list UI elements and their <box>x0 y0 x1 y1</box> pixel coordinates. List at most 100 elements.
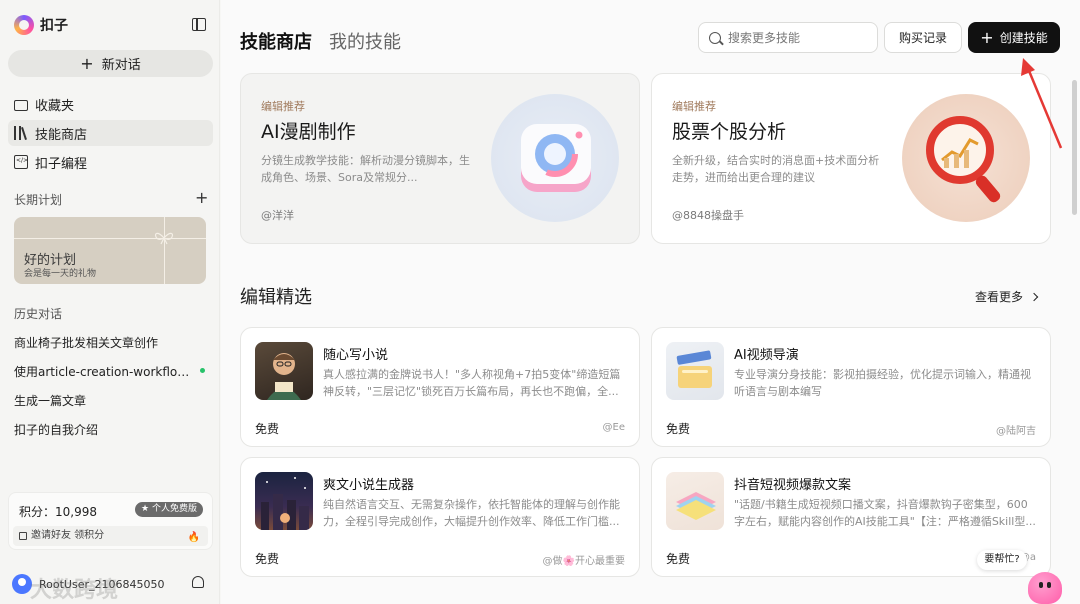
avatar <box>12 574 32 594</box>
sidebar-item-coze-coding[interactable]: 扣子编程 <box>8 149 213 175</box>
featured-tag: 编辑推荐 <box>261 100 305 113</box>
plan-card[interactable]: 好的计划 会是每一天的礼物 <box>14 217 206 284</box>
new-chat-label: 新对话 <box>101 58 141 73</box>
assistant-mascot-icon[interactable] <box>1028 572 1062 604</box>
scrollbar-thumb[interactable] <box>1072 80 1077 215</box>
sidebar: 扣子 + 新对话 收藏夹 技能商店 扣子编程 长期计划 + 好的计划 会是每一天… <box>0 0 220 604</box>
user-profile[interactable]: RootUser_2106845050 <box>12 574 164 594</box>
search-box[interactable] <box>698 22 878 53</box>
folder-icon <box>14 99 28 111</box>
see-more-link[interactable]: 查看更多 <box>975 288 1039 305</box>
ribbon-vertical <box>164 217 165 284</box>
sidebar-item-skill-store[interactable]: 技能商店 <box>8 120 213 146</box>
fire-icon: 🔥 <box>187 532 200 543</box>
user-name: RootUser_2106845050 <box>39 577 165 591</box>
skill-price: 免费 <box>255 552 280 566</box>
featured-desc: 分镜生成教学技能：解析动漫分镜脚本，生成角色、场景、Sora及常规分... <box>261 154 470 184</box>
skill-thumbnail <box>255 472 313 530</box>
ribbon-horizontal <box>14 238 206 239</box>
mascot-eye <box>1039 582 1043 588</box>
active-status-dot <box>200 368 205 373</box>
create-skill-label: 创建技能 <box>999 31 1048 45</box>
skill-desc: 专业导演分身技能：影视拍摄经验，优化提示词输入，精通视听语言与剧本编写 <box>734 368 1031 398</box>
skill-card-ai-video-director[interactable]: AI视频导演 专业导演分身技能：影视拍摄经验，优化提示词输入，精通视听语言与剧本… <box>651 327 1051 447</box>
camera-illustration <box>491 94 619 222</box>
skill-desc: 纯自然语言交互、无需复杂操作，依托智能体的理解与创作能力，全程引导完成创作，大幅… <box>323 498 620 528</box>
skill-thumbnail <box>255 342 313 400</box>
code-icon <box>14 155 28 169</box>
skill-desc: 真人感拉满的金牌说书人！"多人称视角+7拍5变体"缔造短篇神反转，"三层记忆"锁… <box>323 368 621 398</box>
sidebar-item-favorites[interactable]: 收藏夹 <box>8 91 213 117</box>
skill-name: 随心写小说 <box>323 348 389 363</box>
featured-card-ai-comic[interactable]: 编辑推荐 AI漫剧制作 分镜生成教学技能：解析动漫分镜脚本，生成角色、场景、So… <box>240 73 640 244</box>
gift-bow-icon <box>154 232 174 245</box>
main-content: 技能商店 我的技能 购买记录 + 创建技能 编辑推荐 AI漫剧制作 分镜生成教学… <box>221 0 1080 604</box>
camera-icon <box>521 124 591 192</box>
help-button[interactable]: 要帮忙? <box>977 550 1027 570</box>
skill-desc: "话题/书籍生成短视频口播文案，抖音爆款钩子密集型，600字左右，赋能内容创作的… <box>734 498 1036 528</box>
clapperboard-icon <box>676 350 712 388</box>
featured-tag: 编辑推荐 <box>672 100 716 113</box>
skill-author: @做🌸开心最重要 <box>542 556 625 567</box>
featured-desc: 全新升级，结合实时的消息面+技术面分析走势，进而给出更合理的建议 <box>672 154 880 184</box>
history-label: 历史对话 <box>14 307 63 321</box>
gift-icon <box>19 532 27 540</box>
bell-icon[interactable] <box>192 576 204 588</box>
skill-price: 免费 <box>255 422 280 436</box>
plan-card-subtitle: 会是每一天的礼物 <box>24 269 97 279</box>
tab-skill-store[interactable]: 技能商店 <box>240 28 312 54</box>
plus-icon: + <box>80 53 94 73</box>
sticky-notes-icon <box>676 492 716 520</box>
skill-thumbnail <box>666 342 724 400</box>
skill-name: AI视频导演 <box>734 348 799 363</box>
featured-title: AI漫剧制作 <box>261 121 356 143</box>
coze-logo-icon <box>14 15 34 35</box>
invite-label: 邀请好友 领积分 <box>31 530 105 541</box>
credits-card: 积分：10,998 ★ 个人免费版 邀请好友 领积分 🔥 <box>8 492 213 550</box>
sidebar-collapse-icon[interactable] <box>192 18 206 31</box>
skill-card-novel-writer[interactable]: 随心写小说 真人感拉满的金牌说书人！"多人称视角+7拍5变体"缔造短篇神反转，"… <box>240 327 640 447</box>
brand-name: 扣子 <box>40 18 68 34</box>
skill-price: 免费 <box>666 422 691 436</box>
skill-author: @Ee <box>602 422 625 433</box>
search-input[interactable] <box>728 30 868 45</box>
create-skill-button[interactable]: + 创建技能 <box>968 22 1060 53</box>
plan-badge[interactable]: ★ 个人免费版 <box>135 502 203 517</box>
plan-badge-label: 个人免费版 <box>151 504 197 514</box>
history-item[interactable]: 扣子的自我介绍 <box>14 421 206 438</box>
editors-picks-title: 编辑精选 <box>240 287 312 308</box>
long-term-plan-label: 长期计划 <box>14 193 63 207</box>
sidebar-item-label: 收藏夹 <box>35 98 75 114</box>
magnifier-illustration <box>902 94 1030 222</box>
magnifier-chart-icon <box>926 116 1001 203</box>
add-plan-icon[interactable]: + <box>195 190 208 206</box>
purchase-history-button[interactable]: 购买记录 <box>884 22 962 53</box>
see-more-label: 查看更多 <box>975 290 1024 304</box>
featured-title: 股票个股分析 <box>672 121 787 143</box>
tab-my-skills[interactable]: 我的技能 <box>329 28 401 54</box>
storyteller-avatar-icon <box>267 353 301 400</box>
history-item[interactable]: 生成一篇文章 <box>14 392 206 409</box>
skill-card-web-novel-generator[interactable]: 爽文小说生成器 纯自然语言交互、无需复杂操作，依托智能体的理解与创作能力，全程引… <box>240 457 640 577</box>
featured-author: @洋洋 <box>261 209 294 222</box>
city-night-icon <box>261 477 309 530</box>
featured-card-stock-analysis[interactable]: 编辑推荐 股票个股分析 全新升级，结合实时的消息面+技术面分析走势，进而给出更合… <box>651 73 1051 244</box>
plus-icon: + <box>980 27 994 47</box>
skill-price: 免费 <box>666 552 691 566</box>
sidebar-item-label: 技能商店 <box>35 127 88 143</box>
sidebar-item-label: 扣子编程 <box>35 156 88 172</box>
mascot-eye <box>1047 582 1051 588</box>
books-icon <box>14 126 28 140</box>
skill-thumbnail <box>666 472 724 530</box>
skill-author: @陆阿吉 <box>996 426 1036 437</box>
new-chat-button[interactable]: + 新对话 <box>8 50 213 77</box>
search-icon <box>709 31 721 44</box>
history-item[interactable]: 商业椅子批发相关文章创作 <box>14 334 206 351</box>
brand[interactable]: 扣子 <box>14 14 68 36</box>
skill-name: 抖音短视频爆款文案 <box>734 478 852 493</box>
history-item[interactable]: 使用article-creation-workflow生... <box>14 363 196 380</box>
chevron-right-icon <box>1029 292 1039 302</box>
credits-balance: 积分：10,998 <box>19 505 97 519</box>
skill-name: 爽文小说生成器 <box>323 478 415 493</box>
invite-friends-button[interactable]: 邀请好友 领积分 🔥 <box>13 526 208 546</box>
